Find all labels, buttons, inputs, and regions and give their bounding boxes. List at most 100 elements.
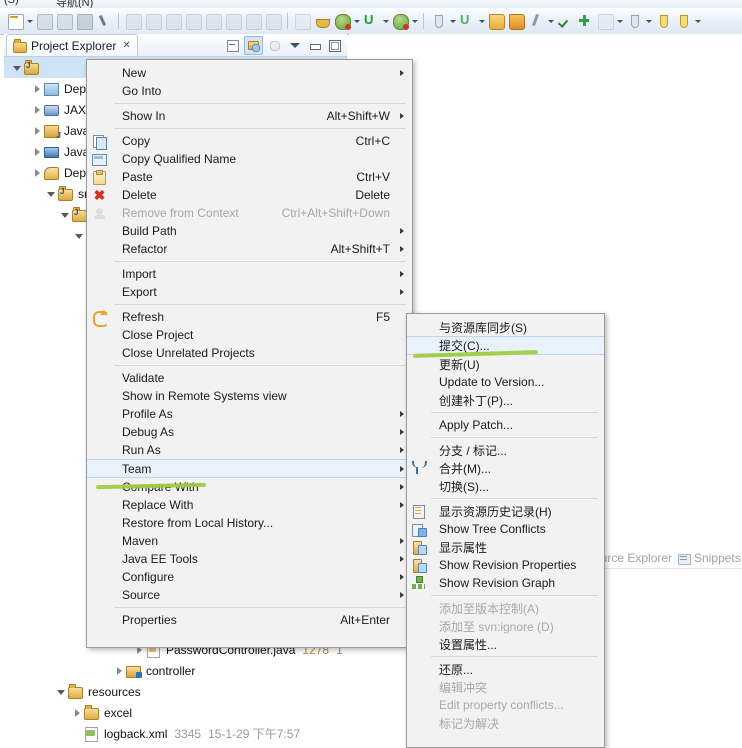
menu-item-validate[interactable]: Validate: [87, 369, 412, 387]
menu-item-source[interactable]: Source: [87, 586, 412, 604]
menu-item-team[interactable]: Team: [87, 459, 412, 478]
tree-item-resources[interactable]: resources: [4, 681, 347, 702]
validate-check-icon[interactable]: [556, 12, 574, 30]
twisty-open-icon[interactable]: [74, 230, 85, 241]
skip-breakpoints-icon[interactable]: [264, 12, 282, 30]
svn-item-show-revision-properties[interactable]: Show Revision Properties: [407, 556, 604, 574]
profile-icon[interactable]: [429, 12, 447, 30]
menu-item-show-in[interactable]: Show In Alt+Shift+W: [87, 107, 412, 125]
twisty-open-icon[interactable]: [60, 209, 71, 220]
menu-item-close-unrelated-projects[interactable]: Close Unrelated Projects: [87, 344, 412, 362]
search-dropdown-arrow-icon[interactable]: [645, 12, 652, 30]
svn-item-show-tree-conflicts[interactable]: Show Tree Conflicts: [407, 520, 604, 538]
step-return-icon[interactable]: [224, 12, 242, 30]
svn-item-switch[interactable]: 切换(S)...: [407, 477, 604, 495]
terminate-icon[interactable]: [164, 12, 182, 30]
menu-item-0[interactable]: (S): [4, 0, 19, 6]
svn-item-revert[interactable]: 还原...: [407, 660, 604, 678]
menu-item-refactor[interactable]: Refactor Alt+Shift+T: [87, 240, 412, 258]
twisty-closed-icon[interactable]: [32, 125, 43, 136]
save-icon[interactable]: [35, 12, 53, 30]
pin-icon[interactable]: [527, 12, 545, 30]
menu-item-java-ee-tools[interactable]: Java EE Tools: [87, 550, 412, 568]
menu-item-properties[interactable]: Properties Alt+Enter: [87, 611, 412, 629]
menu-item-build-path[interactable]: Build Path: [87, 222, 412, 240]
tree-item-excel[interactable]: excel: [4, 702, 347, 723]
add-plus-icon[interactable]: [576, 12, 594, 30]
menu-item-close-project[interactable]: Close Project: [87, 326, 412, 344]
menu-item-configure[interactable]: Configure: [87, 568, 412, 586]
svn-item-show-properties[interactable]: 显示属性: [407, 538, 604, 556]
twisty-closed-icon[interactable]: [32, 83, 43, 94]
menu-item-maven[interactable]: Maven: [87, 532, 412, 550]
print-icon[interactable]: [75, 12, 93, 30]
project-context-menu[interactable]: New Go Into Show In Alt+Shift+W Copy Ctr…: [86, 59, 413, 648]
annotation-dropdown-arrow-icon[interactable]: [616, 12, 623, 30]
wrench-icon[interactable]: [95, 12, 113, 30]
marker-dropdown-arrow-icon[interactable]: [694, 12, 701, 30]
collapse-all-icon[interactable]: [224, 37, 241, 54]
svn-item-set-property[interactable]: 设置属性...: [407, 635, 604, 653]
twisty-closed-icon[interactable]: [114, 665, 125, 676]
maximize-icon[interactable]: [326, 37, 343, 54]
close-icon[interactable]: ✕: [122, 40, 130, 51]
twisty-closed-icon[interactable]: [32, 146, 43, 157]
twisty-open-icon[interactable]: [56, 686, 67, 697]
menu-item-import[interactable]: Import: [87, 265, 412, 283]
twisty-open-icon[interactable]: [12, 62, 23, 73]
run-last-dropdown-arrow-icon[interactable]: [478, 12, 485, 30]
open-type-folder-icon[interactable]: [487, 12, 505, 30]
open-task-folder-icon[interactable]: [507, 12, 525, 30]
tab-project-explorer[interactable]: Project Explorer ✕: [6, 34, 138, 56]
menu-item-run-as[interactable]: Run As: [87, 441, 412, 459]
svn-item-show-resource-history[interactable]: 显示资源历史记录(H): [407, 502, 604, 520]
tab-snippets[interactable]: Snippets: [678, 551, 741, 565]
save-all-icon[interactable]: [55, 12, 73, 30]
annotation-icon[interactable]: [596, 12, 614, 30]
menu-item-delete[interactable]: ✖ Delete Delete: [87, 186, 412, 204]
svn-item-merge[interactable]: 合并(M)...: [407, 459, 604, 477]
twisty-closed-icon[interactable]: [32, 104, 43, 115]
run-dropdown-arrow-icon[interactable]: [382, 12, 389, 30]
svn-item-show-revision-graph[interactable]: Show Revision Graph: [407, 574, 604, 592]
marker-yellow2-icon[interactable]: [674, 12, 692, 30]
menu-item-show-in-remote-systems-view[interactable]: Show in Remote Systems view: [87, 387, 412, 405]
menu-bar[interactable]: (S) 导航(N): [0, 0, 742, 8]
tab-source-explorer[interactable]: ource Explorer: [594, 551, 672, 565]
menu-item-1[interactable]: 导航(N): [56, 0, 93, 8]
new-document-icon[interactable]: [6, 12, 24, 30]
pin-dropdown-arrow-icon[interactable]: [547, 12, 554, 30]
menu-item-refresh[interactable]: Refresh F5: [87, 308, 412, 327]
menu-item-restore-from-local-history[interactable]: Restore from Local History...: [87, 514, 412, 532]
minimize-icon[interactable]: [306, 37, 323, 54]
debug-dropdown-arrow-icon[interactable]: [353, 12, 360, 30]
run-green-icon[interactable]: [362, 12, 380, 30]
coverage-icon[interactable]: [293, 12, 311, 30]
debug-bug-icon[interactable]: [333, 12, 351, 30]
menu-item-paste[interactable]: Paste Ctrl+V: [87, 168, 412, 186]
svn-item-create-patch[interactable]: 创建补丁(P)...: [407, 391, 604, 409]
twisty-closed-icon[interactable]: [72, 707, 83, 718]
search-tube-icon[interactable]: [625, 12, 643, 30]
svn-item-apply-patch[interactable]: Apply Patch...: [407, 416, 604, 434]
team-svn-submenu[interactable]: 与资源库同步(S) 提交(C)... 更新(U) Update to Versi…: [406, 313, 605, 748]
svn-item-update-to-version[interactable]: Update to Version...: [407, 373, 604, 391]
svn-item-branch-tag[interactable]: 分支 / 标记...: [407, 441, 604, 459]
svn-item-update[interactable]: 更新(U): [407, 355, 604, 373]
menu-item-replace-with[interactable]: Replace With: [87, 496, 412, 514]
external-tools-dropdown-arrow-icon[interactable]: [411, 12, 418, 30]
twisty-open-icon[interactable]: [46, 188, 57, 199]
profile-dropdown-arrow-icon[interactable]: [449, 12, 456, 30]
mortar-icon[interactable]: [313, 12, 331, 30]
new-dropdown-arrow-icon[interactable]: [26, 12, 33, 30]
chevron-down-icon[interactable]: [286, 37, 303, 54]
resume-icon[interactable]: [124, 12, 142, 30]
step-over-icon[interactable]: [204, 12, 222, 30]
step-into-icon[interactable]: [184, 12, 202, 30]
svn-item-sync-with-repository[interactable]: 与资源库同步(S): [407, 318, 604, 336]
menu-item-debug-as[interactable]: Debug As: [87, 423, 412, 441]
menu-item-export[interactable]: Export: [87, 283, 412, 301]
marker-yellow-icon[interactable]: [654, 12, 672, 30]
tree-item-controller[interactable]: controller: [4, 660, 347, 681]
menu-item-profile-as[interactable]: Profile As: [87, 405, 412, 423]
